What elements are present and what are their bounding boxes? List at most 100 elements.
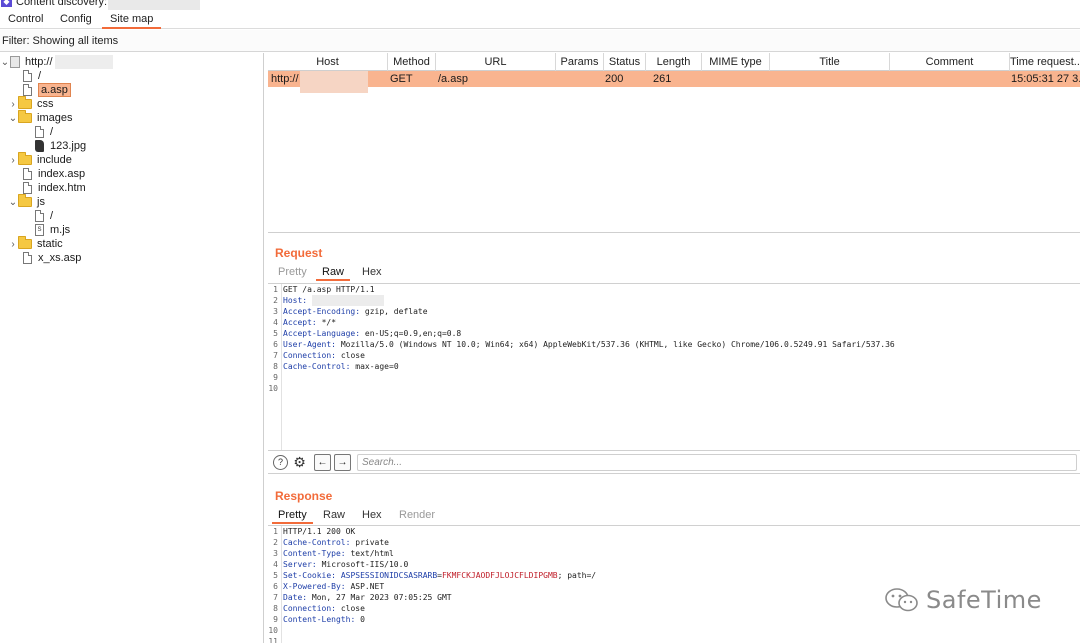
tree-item-js-root[interactable]: / xyxy=(24,209,53,223)
folder-icon xyxy=(18,96,32,109)
tree-item-label: 123.jpg xyxy=(50,140,87,152)
file-icon xyxy=(23,70,32,82)
column-header-title[interactable]: Title xyxy=(770,53,890,71)
request-line: 10 xyxy=(268,384,278,393)
column-header-length[interactable]: Length xyxy=(646,53,702,71)
redacted-host-value xyxy=(311,295,384,306)
response-line: 2 Cache-Control: private xyxy=(273,538,389,547)
cell-length: 261 xyxy=(653,73,672,85)
cell-status: 200 xyxy=(605,73,624,85)
response-line: 3 Content-Type: text/html xyxy=(273,549,394,558)
gear-icon[interactable]: ⚙ xyxy=(292,455,307,470)
request-line: 3 Accept-Encoding: gzip, deflate xyxy=(273,307,428,316)
tree-item-css[interactable]: › css xyxy=(8,96,54,111)
tree-item-js[interactable]: ⌄ js xyxy=(8,194,45,209)
site-map-tree: ⌄ http:// / a.asp › css ⌄ images / 123.j… xyxy=(0,53,264,643)
tree-item-include[interactable]: › include xyxy=(8,152,72,167)
response-line: 10 xyxy=(268,626,278,635)
cell-title xyxy=(772,71,888,87)
request-line: 4 Accept: */* xyxy=(273,318,337,327)
tree-item-label: x_xs.asp xyxy=(38,252,82,264)
tree-item-label: index.htm xyxy=(38,182,86,194)
tab-response-render[interactable]: Render xyxy=(393,509,441,524)
tab-response-pretty[interactable]: Pretty xyxy=(272,509,313,524)
tab-request-hex[interactable]: Hex xyxy=(356,266,388,281)
column-header-host[interactable]: Host xyxy=(268,53,388,71)
column-header-status[interactable]: Status xyxy=(604,53,646,71)
folder-icon xyxy=(18,194,32,207)
search-input[interactable] xyxy=(357,454,1077,471)
chevron-right-icon[interactable]: › xyxy=(8,155,18,166)
tab-response-hex[interactable]: Hex xyxy=(356,509,388,524)
tree-item-images[interactable]: ⌄ images xyxy=(8,110,73,125)
file-icon xyxy=(23,168,32,180)
chevron-down-icon[interactable]: ⌄ xyxy=(0,57,10,68)
cell-mime-type xyxy=(704,71,768,87)
filter-bar[interactable]: Filter: Showing all items xyxy=(0,30,1080,52)
cell-url: /a.asp xyxy=(438,73,468,85)
tree-item-123-jpg[interactable]: 123.jpg xyxy=(24,139,86,153)
tree-item-index-htm[interactable]: index.htm xyxy=(12,181,86,195)
file-icon xyxy=(35,210,44,222)
redacted-host xyxy=(54,55,113,69)
response-editor[interactable]: 1 HTTP/1.1 200 OK 2 Cache-Control: private… xyxy=(268,525,1080,643)
column-header-url[interactable]: URL xyxy=(436,53,556,71)
tree-item-host[interactable]: ⌄ http:// xyxy=(0,55,113,69)
request-search-bar: ? ⚙ ← → xyxy=(268,450,1080,474)
tree-item-m-js[interactable]: S m.js xyxy=(24,223,70,237)
tree-item-label: a.asp xyxy=(38,83,71,97)
request-line: 5 Accept-Language: en-US;q=0.9,en;q=0.8 xyxy=(273,329,462,338)
chevron-right-icon[interactable]: › xyxy=(8,239,18,250)
tab-request-pretty[interactable]: Pretty xyxy=(272,266,313,281)
chevron-down-icon[interactable]: ⌄ xyxy=(8,113,18,124)
tab-request-raw[interactable]: Raw xyxy=(316,266,351,281)
cell-comment xyxy=(892,71,1008,87)
request-line: 7 Connection: close xyxy=(273,351,365,360)
column-header-mime-type[interactable]: MIME type xyxy=(702,53,770,71)
response-heading: Response xyxy=(275,489,333,503)
tree-item-label: static xyxy=(37,238,63,250)
chevron-down-icon[interactable]: ⌄ xyxy=(8,197,18,208)
response-line: 9 Content-Length: 0 xyxy=(273,615,365,624)
watermark: SafeTime xyxy=(884,585,1042,615)
request-line: 9 xyxy=(273,373,278,382)
request-editor[interactable]: 1 GET /a.asp HTTP/1.1 2 Host: 3 Accept-Enco… xyxy=(268,283,1080,450)
watermark-text: SafeTime xyxy=(926,586,1042,614)
tree-item-root[interactable]: / xyxy=(12,69,41,83)
tab-response-raw[interactable]: Raw xyxy=(317,509,351,524)
cell-params xyxy=(558,71,602,87)
tree-item-index-asp[interactable]: index.asp xyxy=(12,167,85,181)
filter-text: Filter: Showing all items xyxy=(2,35,119,47)
response-line: 7 Date: Mon, 27 Mar 2023 07:05:25 GMT xyxy=(273,593,452,602)
chevron-right-icon[interactable]: › xyxy=(8,99,18,110)
response-line: 4 Server: Microsoft-IIS/10.0 xyxy=(273,560,409,569)
image-file-icon xyxy=(35,140,44,152)
tab-config[interactable]: Config xyxy=(52,13,100,29)
tree-item-label: m.js xyxy=(50,224,71,236)
tree-item-label: include xyxy=(37,154,72,166)
tree-item-label: / xyxy=(38,70,42,82)
table-row[interactable]: http:// GET /a.asp 200 261 15:05:31 27 3… xyxy=(268,71,1080,93)
tree-item-label: / xyxy=(50,126,54,138)
tree-item-label: images xyxy=(37,112,73,124)
host-icon xyxy=(10,56,20,68)
column-header-params[interactable]: Params xyxy=(556,53,604,71)
tree-item-images-root[interactable]: / xyxy=(24,125,53,139)
tree-item-label: index.asp xyxy=(38,168,86,180)
tab-control[interactable]: Control xyxy=(0,13,51,29)
previous-match-button[interactable]: ← xyxy=(314,454,331,471)
js-file-icon: S xyxy=(35,224,44,236)
redacted-host-cell xyxy=(300,71,368,93)
response-line: 1 HTTP/1.1 200 OK xyxy=(273,527,356,536)
next-match-button[interactable]: → xyxy=(334,454,351,471)
column-header-method[interactable]: Method xyxy=(388,53,436,71)
tab-site-map[interactable]: Site map xyxy=(102,13,162,29)
tree-item-label: css xyxy=(37,98,54,110)
file-icon xyxy=(23,252,32,264)
help-icon[interactable]: ? xyxy=(273,455,288,470)
column-header-time-requested[interactable]: Time request... xyxy=(1010,53,1080,71)
tree-item-x-xs-asp[interactable]: x_xs.asp xyxy=(12,251,81,265)
tree-item-static[interactable]: › static xyxy=(8,236,63,251)
tree-item-a-asp[interactable]: a.asp xyxy=(12,83,71,97)
column-header-comment[interactable]: Comment xyxy=(890,53,1010,71)
